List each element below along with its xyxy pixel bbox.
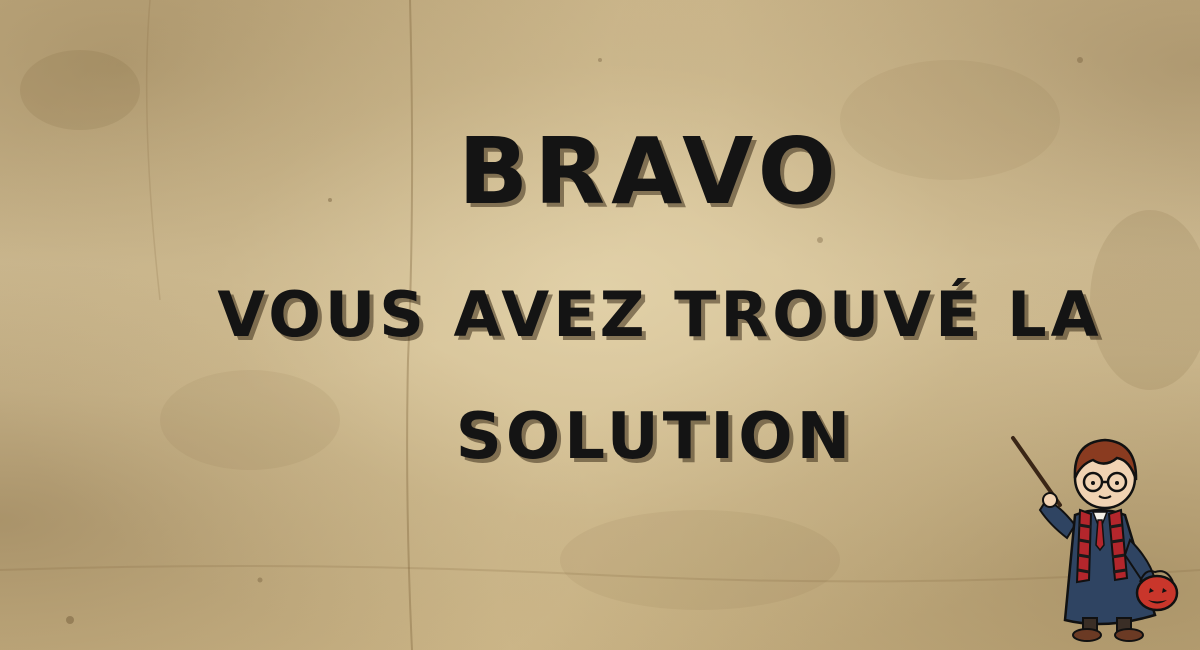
message-line-1: VOUS AVEZ TROUVÉ LA: [217, 278, 1103, 351]
message-line-2: SOLUTION: [455, 400, 855, 474]
bravo-title: BRAVO: [458, 118, 842, 225]
wizard-boy-icon: [1011, 436, 1179, 642]
